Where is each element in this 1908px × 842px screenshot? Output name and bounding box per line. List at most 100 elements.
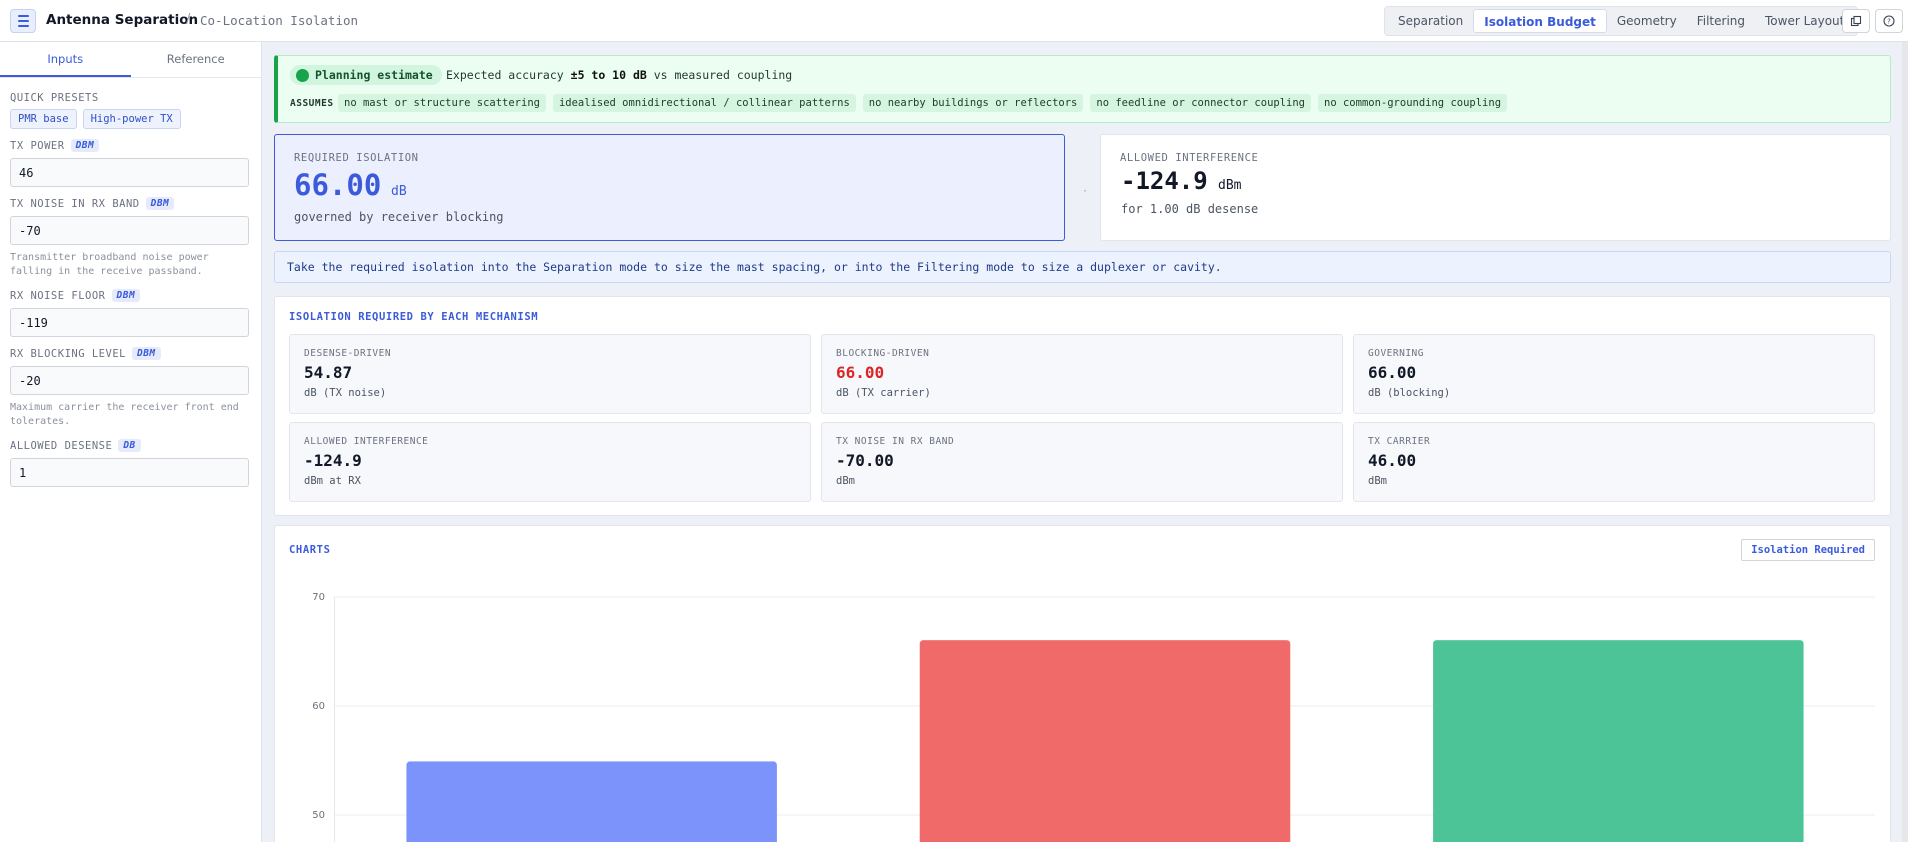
assumption-chip: no common-grounding coupling [1318, 94, 1508, 112]
required-isolation-unit: dB [391, 184, 407, 199]
unit-badge: DBM [131, 347, 161, 360]
cell-unit: dBm at RX [304, 475, 361, 487]
help-icon: ? [1883, 15, 1895, 27]
cell-value: -70.00 [836, 451, 894, 470]
page-scrollbar[interactable] [1902, 42, 1908, 842]
tab-isolation-budget[interactable]: Isolation Budget [1473, 9, 1607, 33]
planning-banner: Planning estimate Expected accuracy ±5 t… [274, 55, 1891, 123]
mechanism-cell-allowed-interference: ALLOWED INTERFERENCE -124.9 dBm at RX [289, 422, 811, 502]
preset-pmr-base[interactable]: PMR base [10, 109, 77, 129]
mode-tabs: Separation Isolation Budget Geometry Fil… [1384, 6, 1859, 36]
cell-value: 66.00 [1368, 363, 1417, 382]
required-isolation-note: governed by receiver blocking [294, 210, 504, 224]
copy-button[interactable] [1842, 9, 1870, 33]
rx-blocking-hint: Maximum carrier the receiver front end t… [10, 402, 239, 427]
allowed-interference-label: ALLOWED INTERFERENCE [1120, 152, 1259, 164]
mechanism-cell-tx-noise: TX NOISE IN RX BAND -70.00 dBm [821, 422, 1343, 502]
mechanism-cell-blocking: BLOCKING-DRIVEN 66.00 dB (TX carrier) [821, 334, 1343, 414]
preset-high-power-tx[interactable]: High-power TX [82, 109, 181, 129]
isolation-required-toggle[interactable]: Isolation Required [1741, 539, 1875, 561]
y-tick-label: 60 [312, 701, 325, 712]
tx-noise-hint: Transmitter broadband noise power fallin… [10, 252, 209, 277]
tx-power-label: TX POWER DBM [10, 139, 251, 152]
tx-noise-input[interactable]: -70 [10, 216, 249, 245]
assumes-label: ASSUMES [290, 98, 334, 109]
cell-value: 66.00 [836, 363, 885, 382]
tab-tower-layout[interactable]: Tower Layout [1755, 9, 1854, 33]
allowed-interference-unit: dBm [1218, 178, 1242, 193]
cell-label: BLOCKING-DRIVEN [836, 348, 930, 359]
mechanism-cell-governing: GOVERNING 66.00 dB (blocking) [1353, 334, 1875, 414]
copy-icon [1850, 15, 1862, 27]
app-title: Antenna Separation [46, 12, 199, 28]
assumption-chip: no feedline or connector coupling [1090, 94, 1312, 112]
tab-inputs[interactable]: Inputs [0, 42, 131, 77]
unit-badge: DBM [145, 197, 175, 210]
y-tick-label: 70 [312, 592, 325, 603]
mechanism-cell-tx-carrier: TX CARRIER 46.00 dBm [1353, 422, 1875, 502]
y-tick-label: 50 [312, 810, 325, 821]
allowed-desense-input[interactable]: 1 [10, 458, 249, 487]
accuracy-text: Expected accuracy ±5 to 10 dB vs measure… [446, 68, 793, 82]
tx-noise-label: TX NOISE IN RX BAND DBM [10, 197, 251, 210]
allowed-interference-card: ALLOWED INTERFERENCE -124.9 dBm for 1.00… [1100, 134, 1891, 241]
help-button[interactable]: ? [1875, 9, 1903, 33]
title-separator: / [186, 12, 191, 27]
rx-blocking-input[interactable]: -20 [10, 366, 249, 395]
rx-noise-floor-input[interactable]: -119 [10, 308, 249, 337]
preset-list: PMR base High-power TX [10, 109, 251, 129]
card-divider: · [1082, 186, 1089, 197]
cell-value: 54.87 [304, 363, 353, 382]
tab-filtering[interactable]: Filtering [1687, 9, 1755, 33]
app-header: Antenna Separation / Co-Location Isolati… [0, 0, 1908, 42]
charts-title: CHARTS [289, 544, 331, 556]
svg-text:?: ? [1887, 18, 1891, 26]
status-dot-icon [296, 68, 309, 82]
unit-badge: DB [118, 439, 141, 452]
tab-reference[interactable]: Reference [131, 42, 262, 77]
cell-unit: dBm [836, 475, 855, 487]
allowed-desense-label: ALLOWED DESENSE DB [10, 439, 251, 452]
mechanism-title: ISOLATION REQUIRED BY EACH MECHANISM [289, 311, 539, 323]
assumption-chip: no mast or structure scattering [338, 94, 546, 112]
required-isolation-card: REQUIRED ISOLATION 66.00 dB governed by … [274, 134, 1065, 241]
tab-separation[interactable]: Separation [1388, 9, 1473, 33]
cell-label: DESENSE-DRIVEN [304, 348, 392, 359]
charts-panel: 50 60 70 CHARTS Isolation Required [274, 525, 1891, 842]
rx-noise-floor-label: RX NOISE FLOOR DBM [10, 289, 251, 302]
tab-geometry[interactable]: Geometry [1607, 9, 1687, 33]
app-subtitle: Co-Location Isolation [200, 13, 359, 28]
required-isolation-label: REQUIRED ISOLATION [294, 152, 419, 164]
unit-badge: DBM [70, 139, 100, 152]
allowed-interference-value: -124.9 [1121, 167, 1208, 195]
cell-label: ALLOWED INTERFERENCE [304, 436, 429, 447]
bar-blocking-driven[interactable] [919, 640, 1291, 842]
cell-unit: dB (blocking) [1368, 387, 1451, 399]
planning-estimate-badge: Planning estimate [290, 65, 442, 85]
cell-value: -124.9 [304, 451, 362, 470]
cell-unit: dB (TX noise) [304, 387, 387, 399]
cell-label: TX NOISE IN RX BAND [836, 436, 955, 447]
mechanism-panel: ISOLATION REQUIRED BY EACH MECHANISM DES… [274, 296, 1891, 516]
inputs-sidebar: Inputs Reference QUICK PRESETS PMR base … [0, 42, 262, 842]
tx-power-input[interactable]: 46 [10, 158, 249, 187]
cell-unit: dBm [1368, 475, 1387, 487]
required-isolation-value: 66.00 [294, 168, 382, 202]
allowed-interference-note: for 1.00 dB desense [1121, 202, 1259, 216]
unit-badge: DBM [111, 289, 141, 302]
mechanism-cell-desense: DESENSE-DRIVEN 54.87 dB (TX noise) [289, 334, 811, 414]
menu-icon[interactable] [10, 9, 36, 33]
quick-presets-label: QUICK PRESETS [10, 92, 99, 104]
assumption-chip: no nearby buildings or reflectors [862, 94, 1084, 112]
isolation-bar-chart: 50 60 70 [312, 592, 1875, 842]
bar-governing[interactable] [1433, 640, 1804, 842]
rx-blocking-label: RX BLOCKING LEVEL DBM [10, 347, 251, 360]
cell-value: 46.00 [1368, 451, 1417, 470]
assumption-chip: idealised omnidirectional / collinear pa… [552, 94, 856, 112]
cell-label: GOVERNING [1368, 348, 1424, 359]
assumption-list: no mast or structure scattering idealise… [338, 94, 1508, 112]
cell-label: TX CARRIER [1368, 436, 1431, 447]
bar-desense-driven[interactable] [406, 761, 777, 842]
cell-unit: dB (TX carrier) [836, 387, 931, 399]
sidebar-tabs: Inputs Reference [0, 42, 261, 78]
